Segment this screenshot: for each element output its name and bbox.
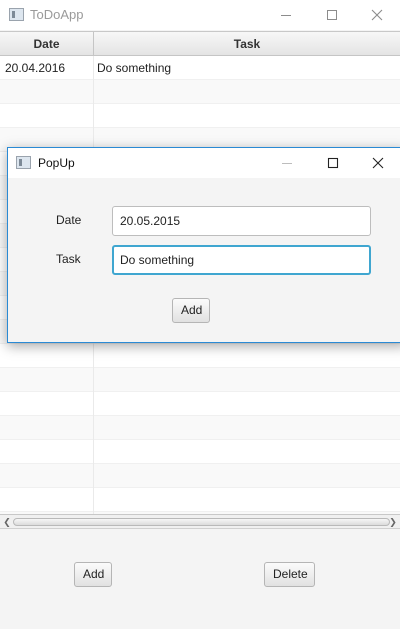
column-header-task[interactable]: Task (94, 32, 400, 56)
table-row[interactable]: 20.04.2016 Do something (0, 56, 400, 80)
popup-maximize-button[interactable] (310, 148, 356, 178)
date-label: Date (56, 213, 82, 227)
cell-task (94, 440, 400, 464)
window-title: ToDoApp (30, 7, 84, 22)
cell-date (0, 464, 94, 488)
cell-task (94, 464, 400, 488)
table-row[interactable] (0, 368, 400, 392)
maximize-button[interactable] (309, 0, 355, 30)
cell-date (0, 80, 94, 104)
horizontal-scrollbar[interactable]: ❮ ❯ (0, 515, 400, 529)
popup-title: PopUp (38, 156, 75, 170)
popup-minimize-button[interactable] (264, 148, 310, 178)
cell-date (0, 488, 94, 512)
cell-date: 20.04.2016 (0, 56, 94, 80)
cell-date (0, 368, 94, 392)
minimize-icon (282, 163, 292, 164)
minimize-icon (281, 15, 291, 16)
window-app-icon (16, 156, 31, 169)
cell-task (94, 416, 400, 440)
cell-date (0, 392, 94, 416)
close-button[interactable] (354, 0, 400, 30)
cell-task (94, 80, 400, 104)
popup-titlebar[interactable]: PopUp (8, 148, 400, 178)
cell-task (94, 368, 400, 392)
cell-date (0, 440, 94, 464)
cell-task (94, 488, 400, 512)
column-header-date[interactable]: Date (0, 32, 94, 56)
table-header: Date Task (0, 32, 400, 56)
main-titlebar[interactable]: ToDoApp (0, 0, 400, 30)
table-row[interactable] (0, 488, 400, 512)
task-label: Task (56, 252, 81, 266)
chevron-right-icon[interactable]: ❯ (388, 517, 398, 527)
cell-task: Do something (97, 61, 172, 75)
cell-task (94, 344, 400, 368)
popup-close-button[interactable] (355, 148, 400, 178)
maximize-icon (327, 10, 337, 20)
cell-date (0, 416, 94, 440)
close-icon (371, 9, 383, 21)
delete-button[interactable]: Delete (264, 562, 315, 587)
close-icon (372, 157, 384, 169)
window-app-icon (9, 8, 24, 21)
table-row[interactable] (0, 392, 400, 416)
task-field[interactable]: Do something (112, 245, 371, 275)
table-row[interactable] (0, 80, 400, 104)
add-button[interactable]: Add (74, 562, 112, 587)
minimize-button[interactable] (263, 0, 309, 30)
table-row[interactable] (0, 416, 400, 440)
table-row[interactable] (0, 104, 400, 128)
maximize-icon (327, 157, 339, 169)
table-row[interactable] (0, 344, 400, 368)
cell-task (94, 392, 400, 416)
popup-add-button[interactable]: Add (172, 298, 210, 323)
cell-date (0, 104, 94, 128)
cell-date (0, 344, 94, 368)
chevron-left-icon[interactable]: ❮ (2, 517, 12, 527)
cell-task (94, 104, 400, 128)
table-row[interactable] (0, 440, 400, 464)
date-field[interactable]: 20.05.2015 (112, 206, 371, 236)
scrollbar-thumb[interactable] (13, 518, 390, 526)
table-row[interactable] (0, 464, 400, 488)
popup-dialog: PopUp Date 20.05.2015 Task Do something … (7, 147, 400, 343)
